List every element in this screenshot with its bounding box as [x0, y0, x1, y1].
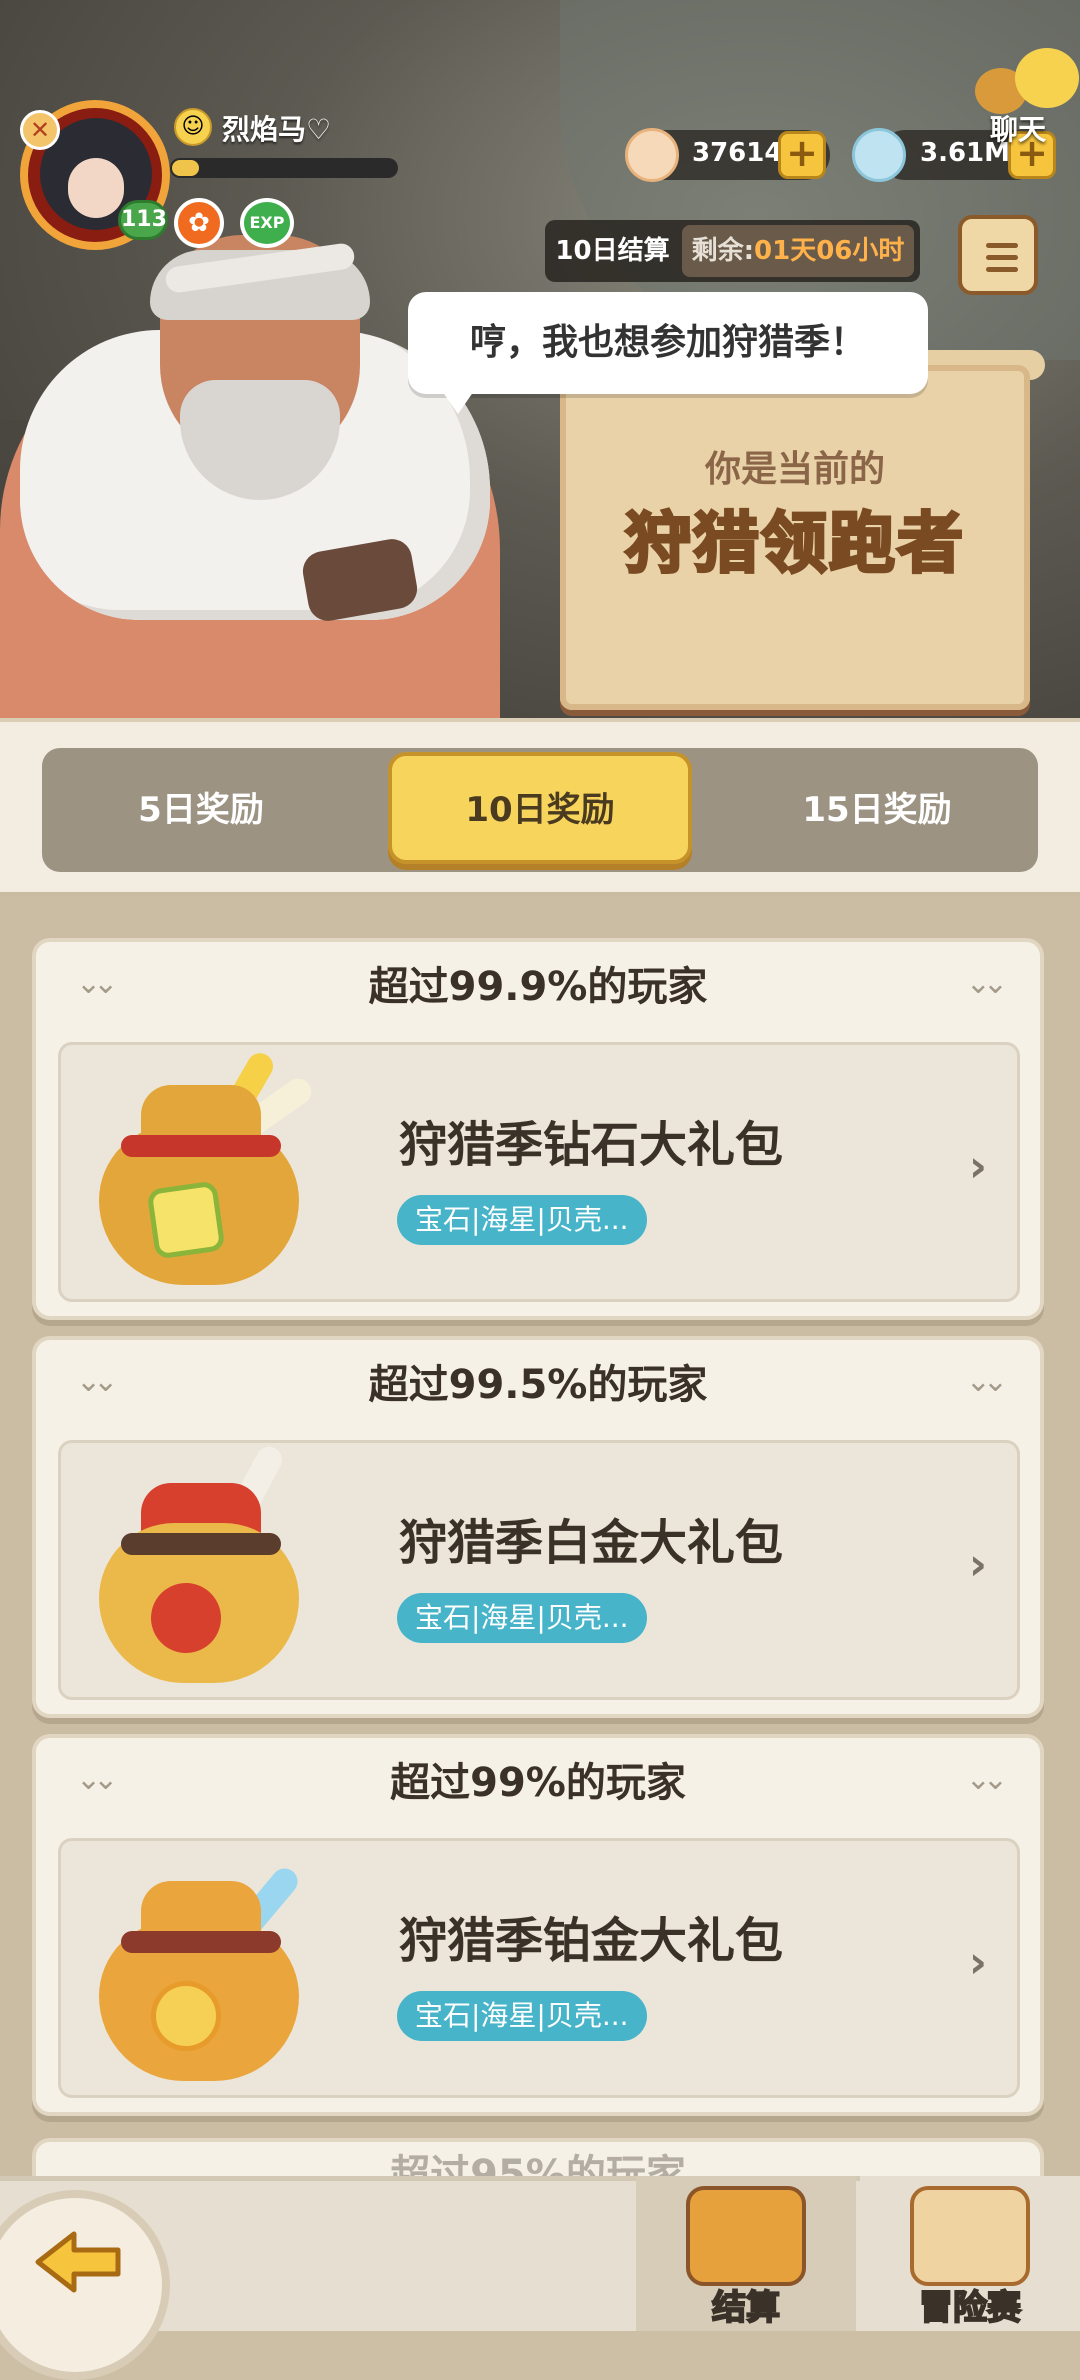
nav-settlement-label: 结算 [711, 2287, 781, 2329]
gift-pack-name: 狩猎季白金大礼包 [399, 1515, 784, 1571]
xp-bar-fill [172, 160, 199, 176]
map-icon [910, 2186, 1030, 2286]
avatar-badge-icon: ✕ [20, 110, 60, 150]
speech-text: 哼，我也想参加狩猎季！ [469, 322, 866, 363]
rank-threshold: 超过99.9%的玩家 [368, 964, 708, 1010]
emoji-icon: ☺ [174, 108, 212, 146]
pt-gift-bag-icon [81, 1851, 321, 2091]
bag-rope [121, 1135, 281, 1157]
banner-subtitle: 你是当前的 [704, 449, 885, 490]
tab-10-day[interactable]: 10日奖励 [388, 752, 692, 864]
player-name: 烈焰马♡ [222, 113, 332, 146]
remaining-prefix: 剩余: [691, 236, 755, 266]
reward-card: ⌄⌄ ⌄⌄ 超过99%的玩家 狩猎季铂金大礼包 宝石|海星|贝壳... › [32, 1734, 1044, 2116]
gem-icon [852, 128, 906, 182]
chevron-right-icon: › [968, 1141, 987, 1192]
shell-icon [625, 128, 679, 182]
platinum-gift-bag-icon [81, 1442, 321, 1693]
settlement-label: 10日结算 [555, 236, 670, 266]
scroll-line [986, 267, 1018, 272]
scroll-line [986, 243, 1018, 248]
avatar-face-skin [68, 158, 124, 218]
shell-value: 37614 [692, 138, 783, 168]
chevron-right-icon: › [968, 1937, 987, 1988]
tab-5-day[interactable]: 5日奖励 [42, 748, 360, 872]
banner-title: 狩猎领跑者 [624, 504, 965, 584]
gift-pack-name: 狩猎季钻石大礼包 [399, 1117, 784, 1173]
rules-scroll-button[interactable] [958, 215, 1038, 295]
chat-icon[interactable] [1015, 48, 1079, 108]
back-arrow-icon[interactable] [34, 2230, 124, 2294]
diamond-gift-bag-icon [81, 1048, 321, 1295]
tab-15-day[interactable]: 15日奖励 [716, 748, 1038, 872]
gift-pack-row[interactable]: 狩猎季钻石大礼包 宝石|海星|贝壳... › [58, 1042, 1020, 1302]
level-badge: 113 [118, 200, 168, 240]
gift-pack-row[interactable]: 狩猎季铂金大礼包 宝石|海星|贝壳... › [58, 1838, 1020, 2098]
xp-bar-track [170, 158, 398, 178]
buff-icon[interactable]: ✿ [174, 198, 224, 248]
reward-card: ⌄⌄ ⌄⌄ 超过99.9%的玩家 狩猎季钻石大礼包 宝石|海星|贝壳... › [32, 938, 1044, 1320]
bag-emblem [146, 1180, 226, 1260]
settlement-icon [686, 2186, 806, 2286]
exp-icon[interactable]: EXP [240, 198, 294, 248]
gift-contents-tag: 宝石|海星|贝壳... [397, 1593, 647, 1643]
nav-adventure-label: 冒险赛 [918, 2287, 1022, 2329]
reward-card: ⌄⌄ ⌄⌄ 超过99.5%的玩家 狩猎季白金大礼包 宝石|海星|贝壳... › [32, 1336, 1044, 1718]
remaining-value: 01天06小时 [754, 236, 905, 266]
gift-contents-tag: 宝石|海星|贝壳... [397, 1991, 647, 2041]
chat-button-label[interactable]: 聊天 [990, 108, 1046, 148]
bag-rope [121, 1533, 281, 1555]
gift-pack-row[interactable]: 狩猎季白金大礼包 宝石|海星|贝壳... › [58, 1440, 1020, 1700]
time-remaining: 剩余:01天06小时 [682, 225, 914, 277]
gift-contents-tag: 宝石|海星|贝壳... [397, 1195, 647, 1245]
add-shell-button[interactable]: + [778, 131, 826, 179]
bag-rope [121, 1931, 281, 1953]
gift-pack-name: 狩猎季铂金大礼包 [399, 1913, 784, 1969]
scroll-line [986, 255, 1018, 260]
chevron-right-icon: › [968, 1539, 987, 1590]
nav-settlement[interactable]: 结算 [636, 2176, 856, 2331]
rank-threshold: 超过99%的玩家 [390, 1760, 686, 1806]
rank-threshold: 超过99.5%的玩家 [368, 1362, 708, 1408]
nav-adventure-race[interactable]: 冒险赛 [860, 2176, 1080, 2331]
